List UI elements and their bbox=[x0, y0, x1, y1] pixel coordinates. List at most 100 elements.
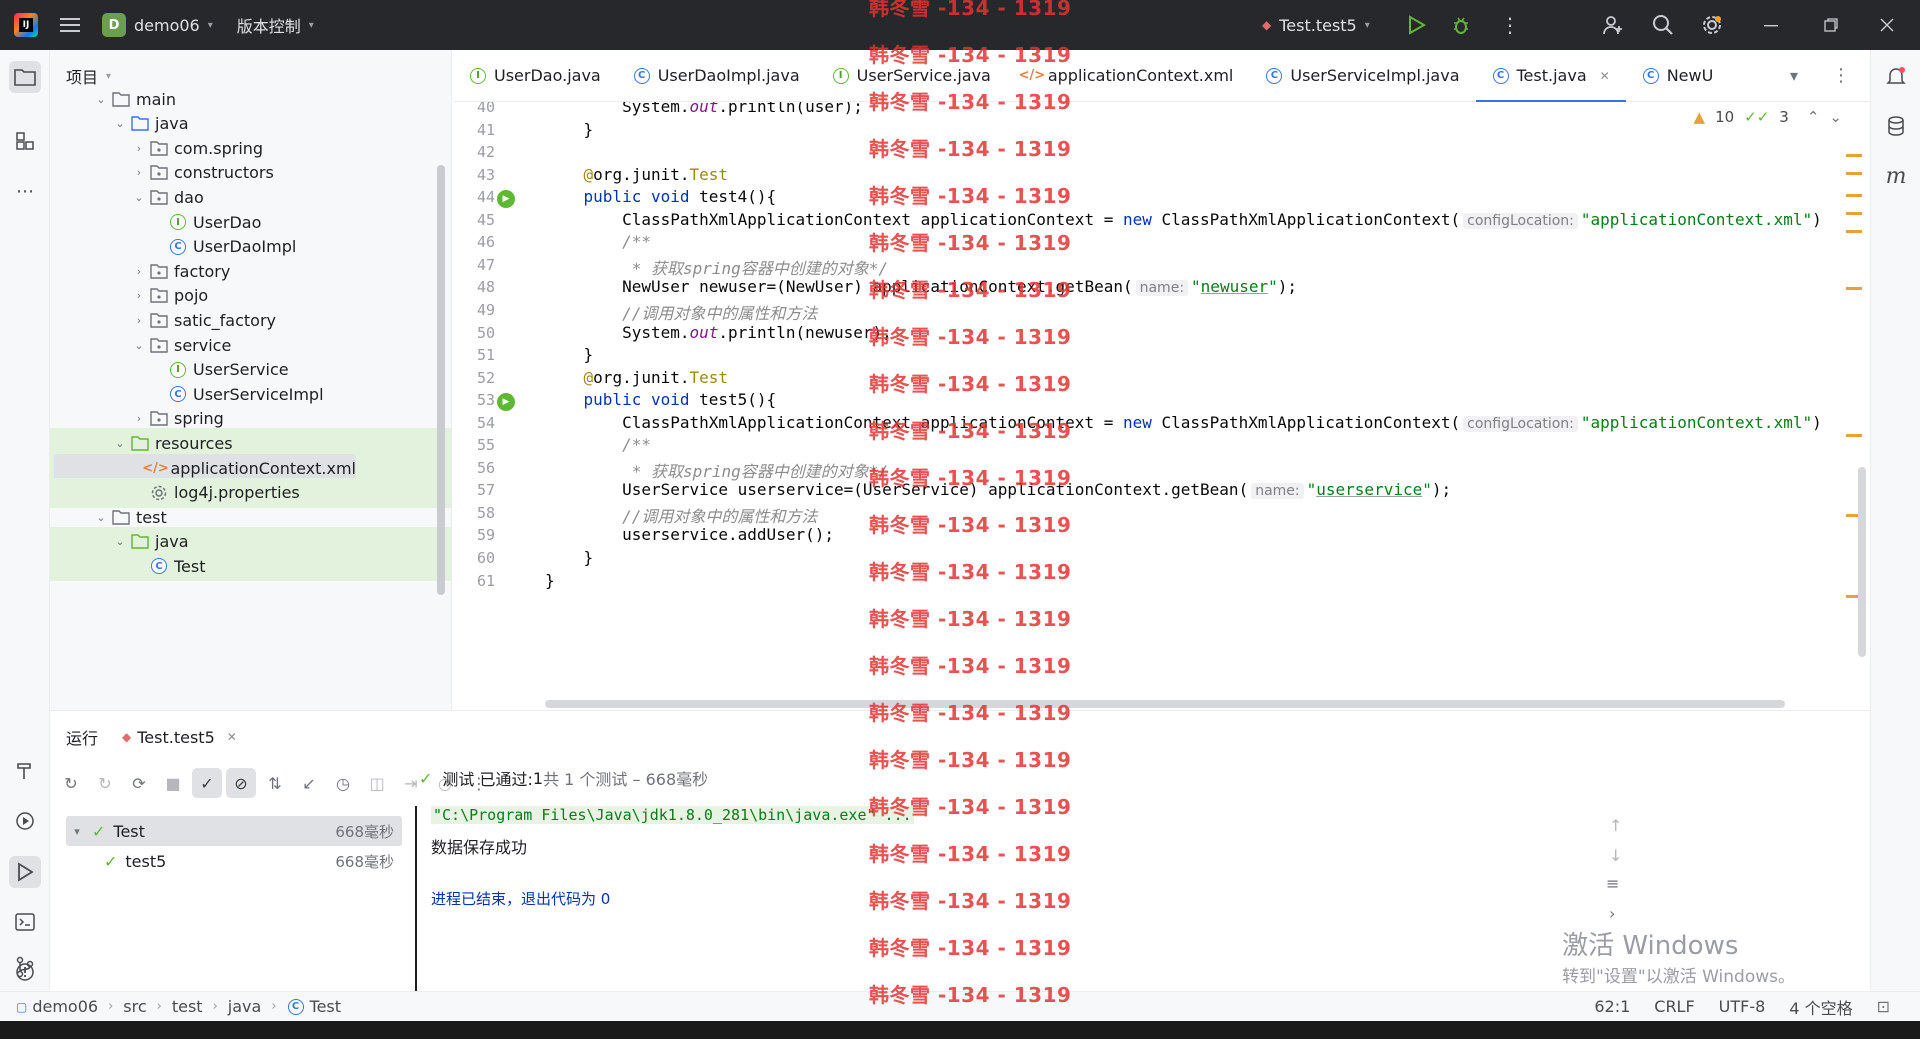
test-suite-row[interactable]: ▾ ✓ Test 668毫秒 bbox=[66, 816, 402, 846]
editor-tab[interactable]: C NewU bbox=[1626, 50, 1730, 102]
project-tree-scrollbar[interactable] bbox=[437, 165, 445, 595]
editor-tab[interactable]: </> applicationContext.xml bbox=[1007, 50, 1250, 102]
prev-highlight-icon[interactable]: ⌃ bbox=[1807, 108, 1820, 126]
maven-icon[interactable]: m bbox=[1880, 160, 1912, 192]
test-case-row[interactable]: ✓ test5 668毫秒 bbox=[66, 846, 402, 876]
stop-icon[interactable]: ■ bbox=[158, 768, 188, 798]
breadcrumb-item[interactable]: C Test bbox=[287, 997, 341, 1016]
show-passed-icon[interactable]: ✓ bbox=[192, 768, 222, 798]
inspection-widget[interactable]: ▲ 10 ✓✓ 3 ⌃ ⌄ bbox=[1694, 108, 1842, 126]
warning-marker[interactable] bbox=[1846, 194, 1862, 197]
code-line: /** bbox=[545, 435, 651, 454]
folder-icon bbox=[131, 533, 149, 551]
structure-icon[interactable] bbox=[9, 125, 41, 157]
caret-position[interactable]: 62:1 bbox=[1594, 997, 1630, 1016]
run-test-gutter-icon[interactable]: ▶ bbox=[497, 190, 515, 209]
more-actions-icon[interactable]: ⋮ bbox=[1500, 13, 1520, 37]
run-icon[interactable] bbox=[1408, 15, 1426, 35]
editor-tab[interactable]: C Test.java ✕ bbox=[1475, 50, 1626, 103]
interface-icon: I bbox=[469, 67, 487, 85]
breadcrumb-item[interactable]: test bbox=[172, 997, 203, 1016]
run-config-selector[interactable]: ◆ Test.test5 ▾ bbox=[1262, 16, 1370, 35]
more-tools-icon[interactable]: ⋯ bbox=[9, 175, 41, 207]
chevron-down-icon[interactable]: ⌄ bbox=[94, 511, 108, 524]
close-tab-icon[interactable]: ✕ bbox=[227, 730, 237, 744]
warning-marker[interactable] bbox=[1846, 434, 1862, 437]
tab-list-chevron-icon[interactable]: ▾ bbox=[1790, 66, 1798, 85]
package-icon bbox=[150, 311, 168, 329]
warning-marker[interactable] bbox=[1846, 287, 1862, 290]
project-switcher[interactable]: D demo06 ▾ bbox=[102, 13, 213, 37]
minimize-icon[interactable] bbox=[1764, 18, 1778, 32]
chevron-down-icon[interactable]: ⌄ bbox=[113, 117, 127, 130]
warning-marker[interactable] bbox=[1846, 154, 1862, 157]
scroll-up-icon[interactable]: ↑ bbox=[1609, 816, 1622, 835]
file-encoding[interactable]: UTF-8 bbox=[1719, 997, 1766, 1016]
services-icon[interactable] bbox=[9, 805, 41, 837]
chevron-right-icon[interactable]: › bbox=[132, 289, 146, 302]
close-tab-icon[interactable]: ✕ bbox=[1600, 69, 1610, 83]
history-icon[interactable]: ◷ bbox=[328, 768, 358, 798]
chevron-right-icon[interactable]: › bbox=[132, 142, 146, 155]
import-tests-icon[interactable]: ↙ bbox=[294, 768, 324, 798]
chevron-down-icon[interactable]: ⌄ bbox=[113, 437, 127, 450]
run-tool-icon[interactable] bbox=[9, 856, 41, 888]
debug-icon[interactable] bbox=[1451, 15, 1471, 35]
database-icon[interactable] bbox=[1880, 110, 1912, 142]
close-icon[interactable] bbox=[1880, 18, 1894, 32]
sort-icon[interactable]: ⇅ bbox=[260, 768, 290, 798]
breadcrumb-item[interactable]: ▢ demo06 bbox=[16, 997, 98, 1016]
editor-vertical-scrollbar[interactable] bbox=[1858, 467, 1866, 657]
chevron-right-icon[interactable]: › bbox=[132, 314, 146, 327]
rerun-icon[interactable]: ↻ bbox=[56, 768, 86, 798]
code-area[interactable]: System.out.println(user); } @org.junit.T… bbox=[545, 102, 1830, 710]
show-ignored-icon[interactable]: ⊘ bbox=[226, 768, 256, 798]
editor-tab[interactable]: I UserDao.java bbox=[453, 50, 617, 102]
settings-gear-icon[interactable] bbox=[1701, 14, 1723, 36]
soft-wrap-icon[interactable]: ≡ bbox=[1606, 874, 1619, 893]
chevron-right-icon[interactable]: › bbox=[132, 166, 146, 179]
chevron-down-icon[interactable]: ⌄ bbox=[132, 191, 146, 204]
chevron-down-icon[interactable]: ⌄ bbox=[113, 535, 127, 548]
version-control-icon[interactable] bbox=[9, 951, 41, 983]
chevron-right-icon[interactable]: › bbox=[132, 265, 146, 278]
run-test-gutter-icon[interactable]: ▶ bbox=[497, 393, 515, 412]
search-icon[interactable] bbox=[1652, 14, 1674, 36]
project-folder-icon[interactable] bbox=[9, 61, 41, 93]
restore-icon[interactable] bbox=[1824, 18, 1838, 32]
tree-item[interactable]: C Test bbox=[50, 551, 451, 582]
build-icon[interactable] bbox=[9, 755, 41, 787]
rerun-failed-icon[interactable]: ↻ bbox=[90, 768, 120, 798]
vcs-menu[interactable]: 版本控制 ▾ bbox=[237, 13, 314, 37]
code-editor[interactable]: 40 41 42 43 44 ▶ 45 46 47 48 49 50 51 52 53 ▶ 54 55 56 57 58… bbox=[453, 102, 1870, 710]
tab-more-icon[interactable]: ⋮ bbox=[1832, 65, 1850, 86]
editor-tab[interactable]: I UserService.java bbox=[816, 50, 1007, 102]
scroll-down-icon[interactable]: ↓ bbox=[1609, 846, 1622, 865]
add-user-icon[interactable] bbox=[1602, 14, 1624, 36]
next-highlight-icon[interactable]: ⌄ bbox=[1829, 108, 1842, 126]
indent-setting[interactable]: 4 个空格 bbox=[1789, 995, 1852, 1019]
chevron-right-icon[interactable]: › bbox=[132, 412, 146, 425]
chevron-down-icon[interactable]: ⌄ bbox=[132, 339, 146, 352]
warning-marker[interactable] bbox=[1846, 172, 1862, 175]
editor-horizontal-scrollbar[interactable] bbox=[545, 700, 1785, 708]
intellij-logo-icon[interactable]: IJ bbox=[14, 13, 38, 37]
screenshot-icon[interactable]: ◫ bbox=[362, 768, 392, 798]
editor-tab[interactable]: C UserServiceImpl.java bbox=[1249, 50, 1475, 102]
notifications-icon[interactable] bbox=[1880, 61, 1912, 93]
line-separator[interactable]: CRLF bbox=[1654, 997, 1694, 1016]
main-menu-icon[interactable] bbox=[60, 17, 80, 33]
breadcrumb-item[interactable]: src bbox=[123, 997, 146, 1016]
chevron-down-icon[interactable]: ⌄ bbox=[94, 93, 108, 106]
run-panel-title[interactable]: 运行 bbox=[66, 725, 98, 749]
lock-icon[interactable]: ⊡ bbox=[1877, 997, 1890, 1016]
breadcrumb-item[interactable]: java bbox=[228, 997, 262, 1016]
terminal-icon[interactable] bbox=[9, 906, 41, 938]
expand-icon[interactable]: › bbox=[1609, 904, 1615, 923]
breadcrumb-separator-icon: › bbox=[156, 999, 162, 1014]
editor-tab[interactable]: C UserDaoImpl.java bbox=[617, 50, 816, 102]
warning-marker[interactable] bbox=[1846, 230, 1862, 233]
warning-marker[interactable] bbox=[1846, 212, 1862, 215]
toggle-auto-test-icon[interactable]: ⟳ bbox=[124, 768, 154, 798]
run-config-tab[interactable]: ◆ Test.test5 ✕ bbox=[122, 728, 237, 747]
